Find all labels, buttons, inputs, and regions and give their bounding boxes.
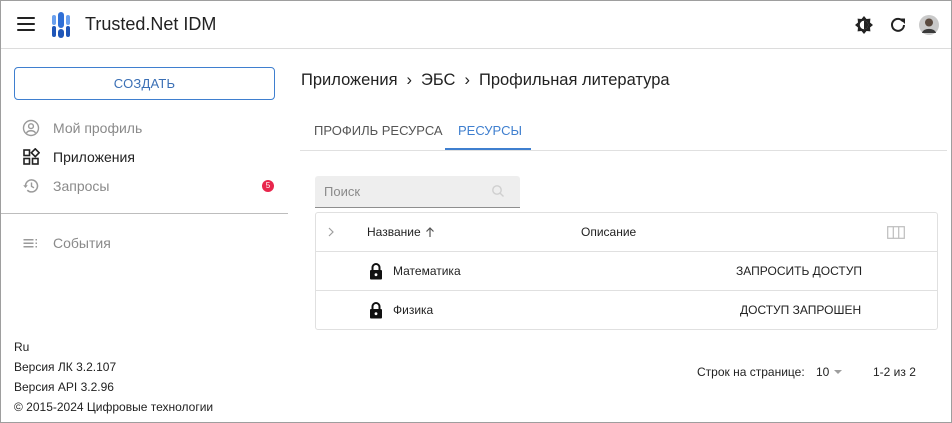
lock-icon bbox=[370, 263, 382, 280]
view-columns-icon[interactable] bbox=[887, 226, 905, 239]
breadcrumb-separator: › bbox=[406, 71, 413, 89]
table-row[interactable]: Физика ДОСТУП ЗАПРОШЕН bbox=[316, 291, 937, 330]
sidebar-item-apps[interactable]: Приложения bbox=[1, 143, 288, 171]
access-requested-status[interactable]: ДОСТУП ЗАПРОШЕН bbox=[740, 303, 861, 317]
resource-tabs: ПРОФИЛЬ РЕСУРСА РЕСУРСЫ bbox=[300, 111, 947, 151]
sidebar-divider bbox=[1, 213, 288, 214]
history-icon bbox=[23, 179, 39, 193]
events-list-icon bbox=[23, 239, 37, 248]
api-version: Версия API 3.2.96 bbox=[14, 380, 114, 394]
breadcrumb: Приложения › ЭБС › Профильная литература bbox=[301, 71, 670, 90]
rows-per-page-label: Строк на странице: bbox=[697, 365, 805, 379]
sidebar-item-label: Запросы bbox=[53, 178, 110, 194]
tab-resources[interactable]: РЕСУРСЫ bbox=[458, 123, 522, 138]
lk-version: Версия ЛК 3.2.107 bbox=[14, 360, 117, 374]
menu-icon[interactable] bbox=[17, 17, 35, 33]
column-header-name[interactable]: Название bbox=[367, 225, 421, 239]
sort-arrow-up-icon[interactable] bbox=[424, 226, 436, 238]
refresh-icon[interactable] bbox=[888, 15, 908, 35]
search-input[interactable] bbox=[315, 176, 520, 207]
rows-per-page-select[interactable]: 10 bbox=[816, 365, 829, 379]
breadcrumb-item-apps[interactable]: Приложения bbox=[301, 71, 398, 89]
lock-icon bbox=[370, 302, 382, 319]
request-access-button[interactable]: ЗАПРОСИТЬ ДОСТУП bbox=[736, 264, 862, 278]
breadcrumb-item-current: Профильная литература bbox=[478, 71, 670, 89]
resources-table: Название Описание Математика ЗАПРОСИТЬ Д… bbox=[315, 212, 938, 330]
sidebar-item-label: Приложения bbox=[53, 149, 135, 165]
tab-resource-profile[interactable]: ПРОФИЛЬ РЕСУРСА bbox=[314, 123, 443, 138]
avatar[interactable] bbox=[919, 15, 939, 35]
language-selector[interactable]: Ru bbox=[14, 340, 29, 354]
sidebar-item-label: События bbox=[53, 235, 111, 251]
breadcrumb-item-ebs[interactable]: ЭБС bbox=[421, 71, 455, 89]
create-button[interactable]: СОЗДАТЬ bbox=[14, 67, 275, 100]
account-circle-icon bbox=[22, 119, 40, 137]
active-tab-indicator bbox=[445, 148, 531, 150]
table-row[interactable]: Математика ЗАПРОСИТЬ ДОСТУП bbox=[316, 252, 937, 291]
brightness-icon[interactable] bbox=[854, 15, 874, 35]
sidebar-item-profile[interactable]: Мой профиль bbox=[1, 114, 288, 142]
apps-icon bbox=[23, 148, 40, 165]
sidebar-item-events[interactable]: События bbox=[1, 229, 288, 257]
resource-name: Физика bbox=[393, 303, 434, 317]
chevron-right-icon[interactable] bbox=[326, 226, 336, 238]
top-bar: Trusted.Net IDM bbox=[1, 1, 951, 49]
requests-count-badge: 5 bbox=[262, 180, 274, 192]
caret-down-icon[interactable] bbox=[834, 370, 842, 374]
sidebar-item-requests[interactable]: Запросы 5 bbox=[1, 172, 288, 200]
app-window: Trusted.Net IDM СОЗДАТЬ Мой профиль Прил… bbox=[0, 0, 952, 423]
column-header-description[interactable]: Описание bbox=[581, 225, 636, 239]
pagination-range: 1-2 из 2 bbox=[873, 365, 916, 379]
copyright: © 2015-2024 Цифровые технологии bbox=[14, 400, 214, 414]
sidebar: СОЗДАТЬ Мой профиль Приложения Запросы 5… bbox=[1, 50, 288, 422]
search-icon[interactable] bbox=[491, 184, 505, 198]
resource-name: Математика bbox=[393, 264, 461, 278]
sidebar-item-label: Мой профиль bbox=[53, 120, 143, 136]
breadcrumb-separator: › bbox=[464, 71, 470, 89]
search-field bbox=[315, 176, 520, 208]
app-title: Trusted.Net IDM bbox=[85, 14, 217, 34]
table-header-row: Название Описание bbox=[316, 213, 937, 252]
app-logo bbox=[52, 12, 70, 38]
